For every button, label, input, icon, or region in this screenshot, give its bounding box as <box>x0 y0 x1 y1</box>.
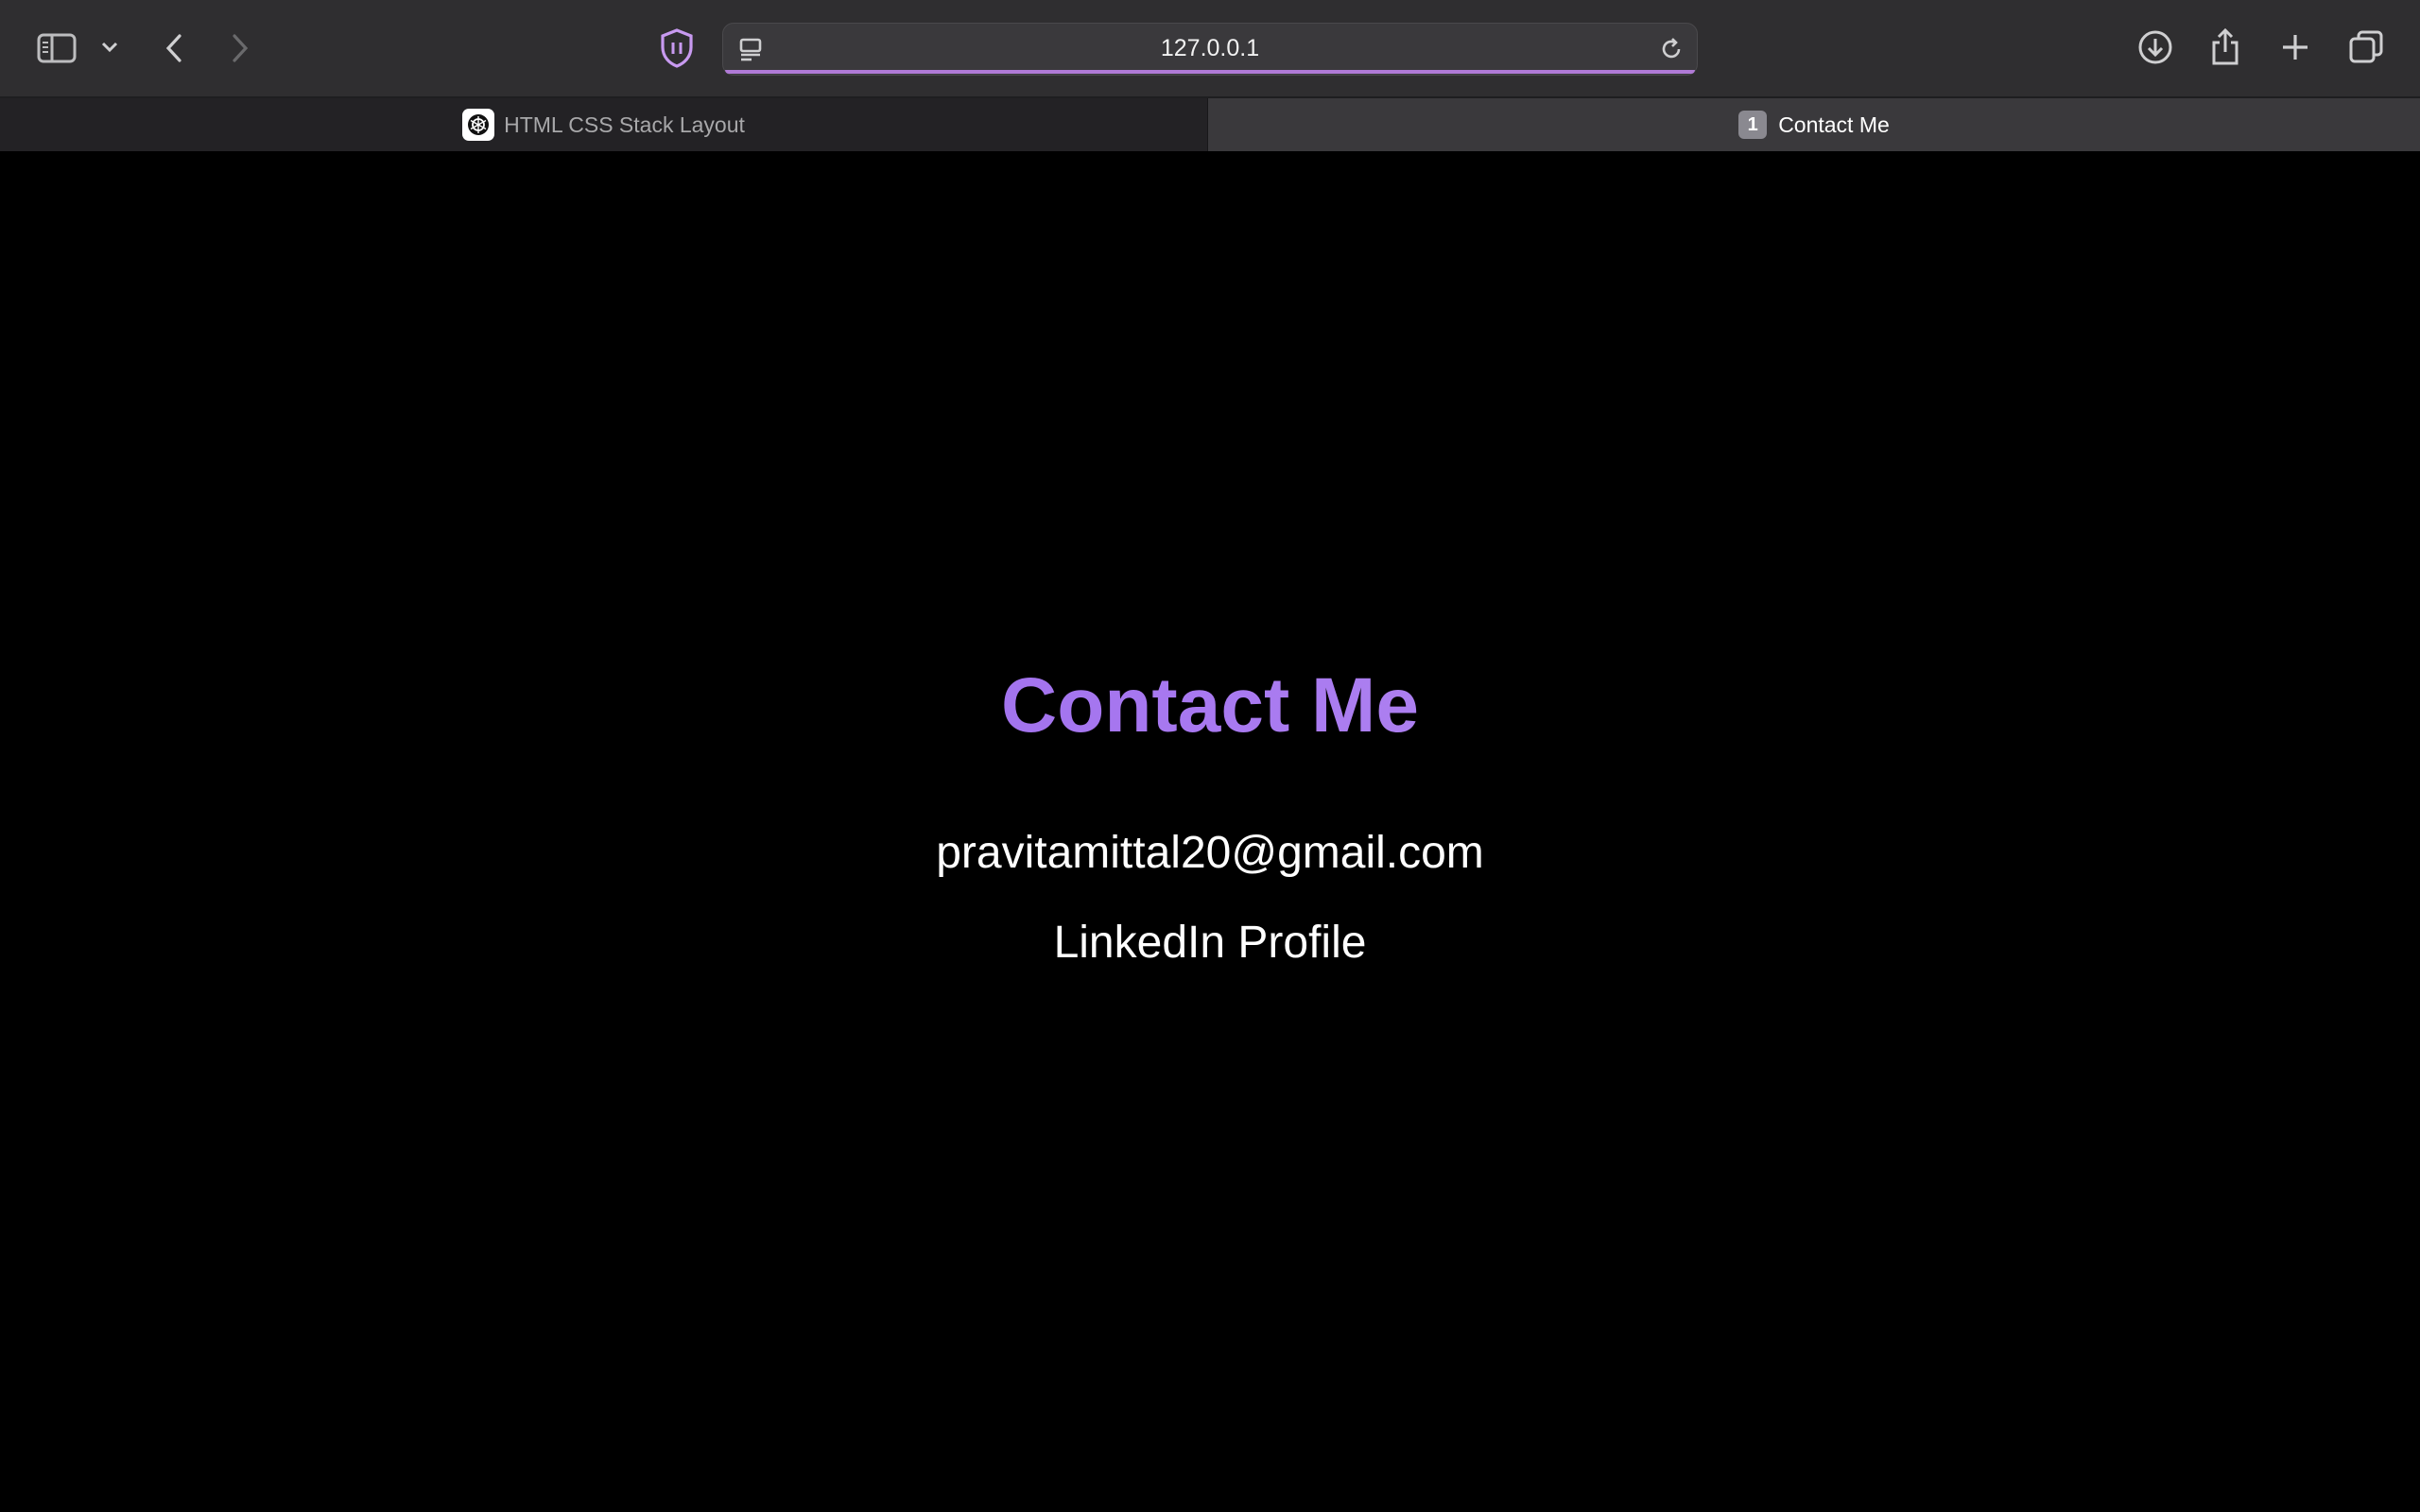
tab-contact-me[interactable]: 1 Contact Me <box>1208 98 2420 151</box>
reload-icon[interactable] <box>1657 35 1685 63</box>
chevron-down-icon[interactable] <box>98 36 121 59</box>
email-address[interactable]: pravitamittal20@gmail.com <box>0 827 2420 879</box>
sidebar-toggle-icon[interactable] <box>36 30 78 66</box>
page-title: Contact Me <box>0 662 2420 750</box>
page-content: Contact Me pravitamittal20@gmail.com Lin… <box>0 151 2420 1512</box>
page-load-progress <box>725 70 1695 74</box>
tab-label: Contact Me <box>1778 112 1890 137</box>
tab-badge: 1 <box>1738 111 1768 139</box>
privacy-shield-icon[interactable] <box>658 26 696 70</box>
tab-overview-icon[interactable] <box>2346 28 2386 66</box>
browser-toolbar: 127.0.0.1 <box>0 0 2420 98</box>
linkedin-profile-link[interactable]: LinkedIn Profile <box>0 917 2420 969</box>
forward-arrow-icon[interactable] <box>225 30 255 66</box>
tab-bar: HTML CSS Stack Layout 1 Contact Me <box>0 98 2420 151</box>
address-bar[interactable]: 127.0.0.1 <box>722 23 1698 76</box>
tab-html-css-stack-layout[interactable]: HTML CSS Stack Layout <box>0 98 1207 151</box>
back-arrow-icon[interactable] <box>159 30 189 66</box>
tab-label: HTML CSS Stack Layout <box>504 112 745 137</box>
new-tab-plus-icon[interactable] <box>2276 28 2314 66</box>
downloads-icon[interactable] <box>2136 28 2174 66</box>
openai-favicon-icon <box>462 109 495 141</box>
url-text[interactable]: 127.0.0.1 <box>723 24 1697 73</box>
share-icon[interactable] <box>2206 26 2244 68</box>
